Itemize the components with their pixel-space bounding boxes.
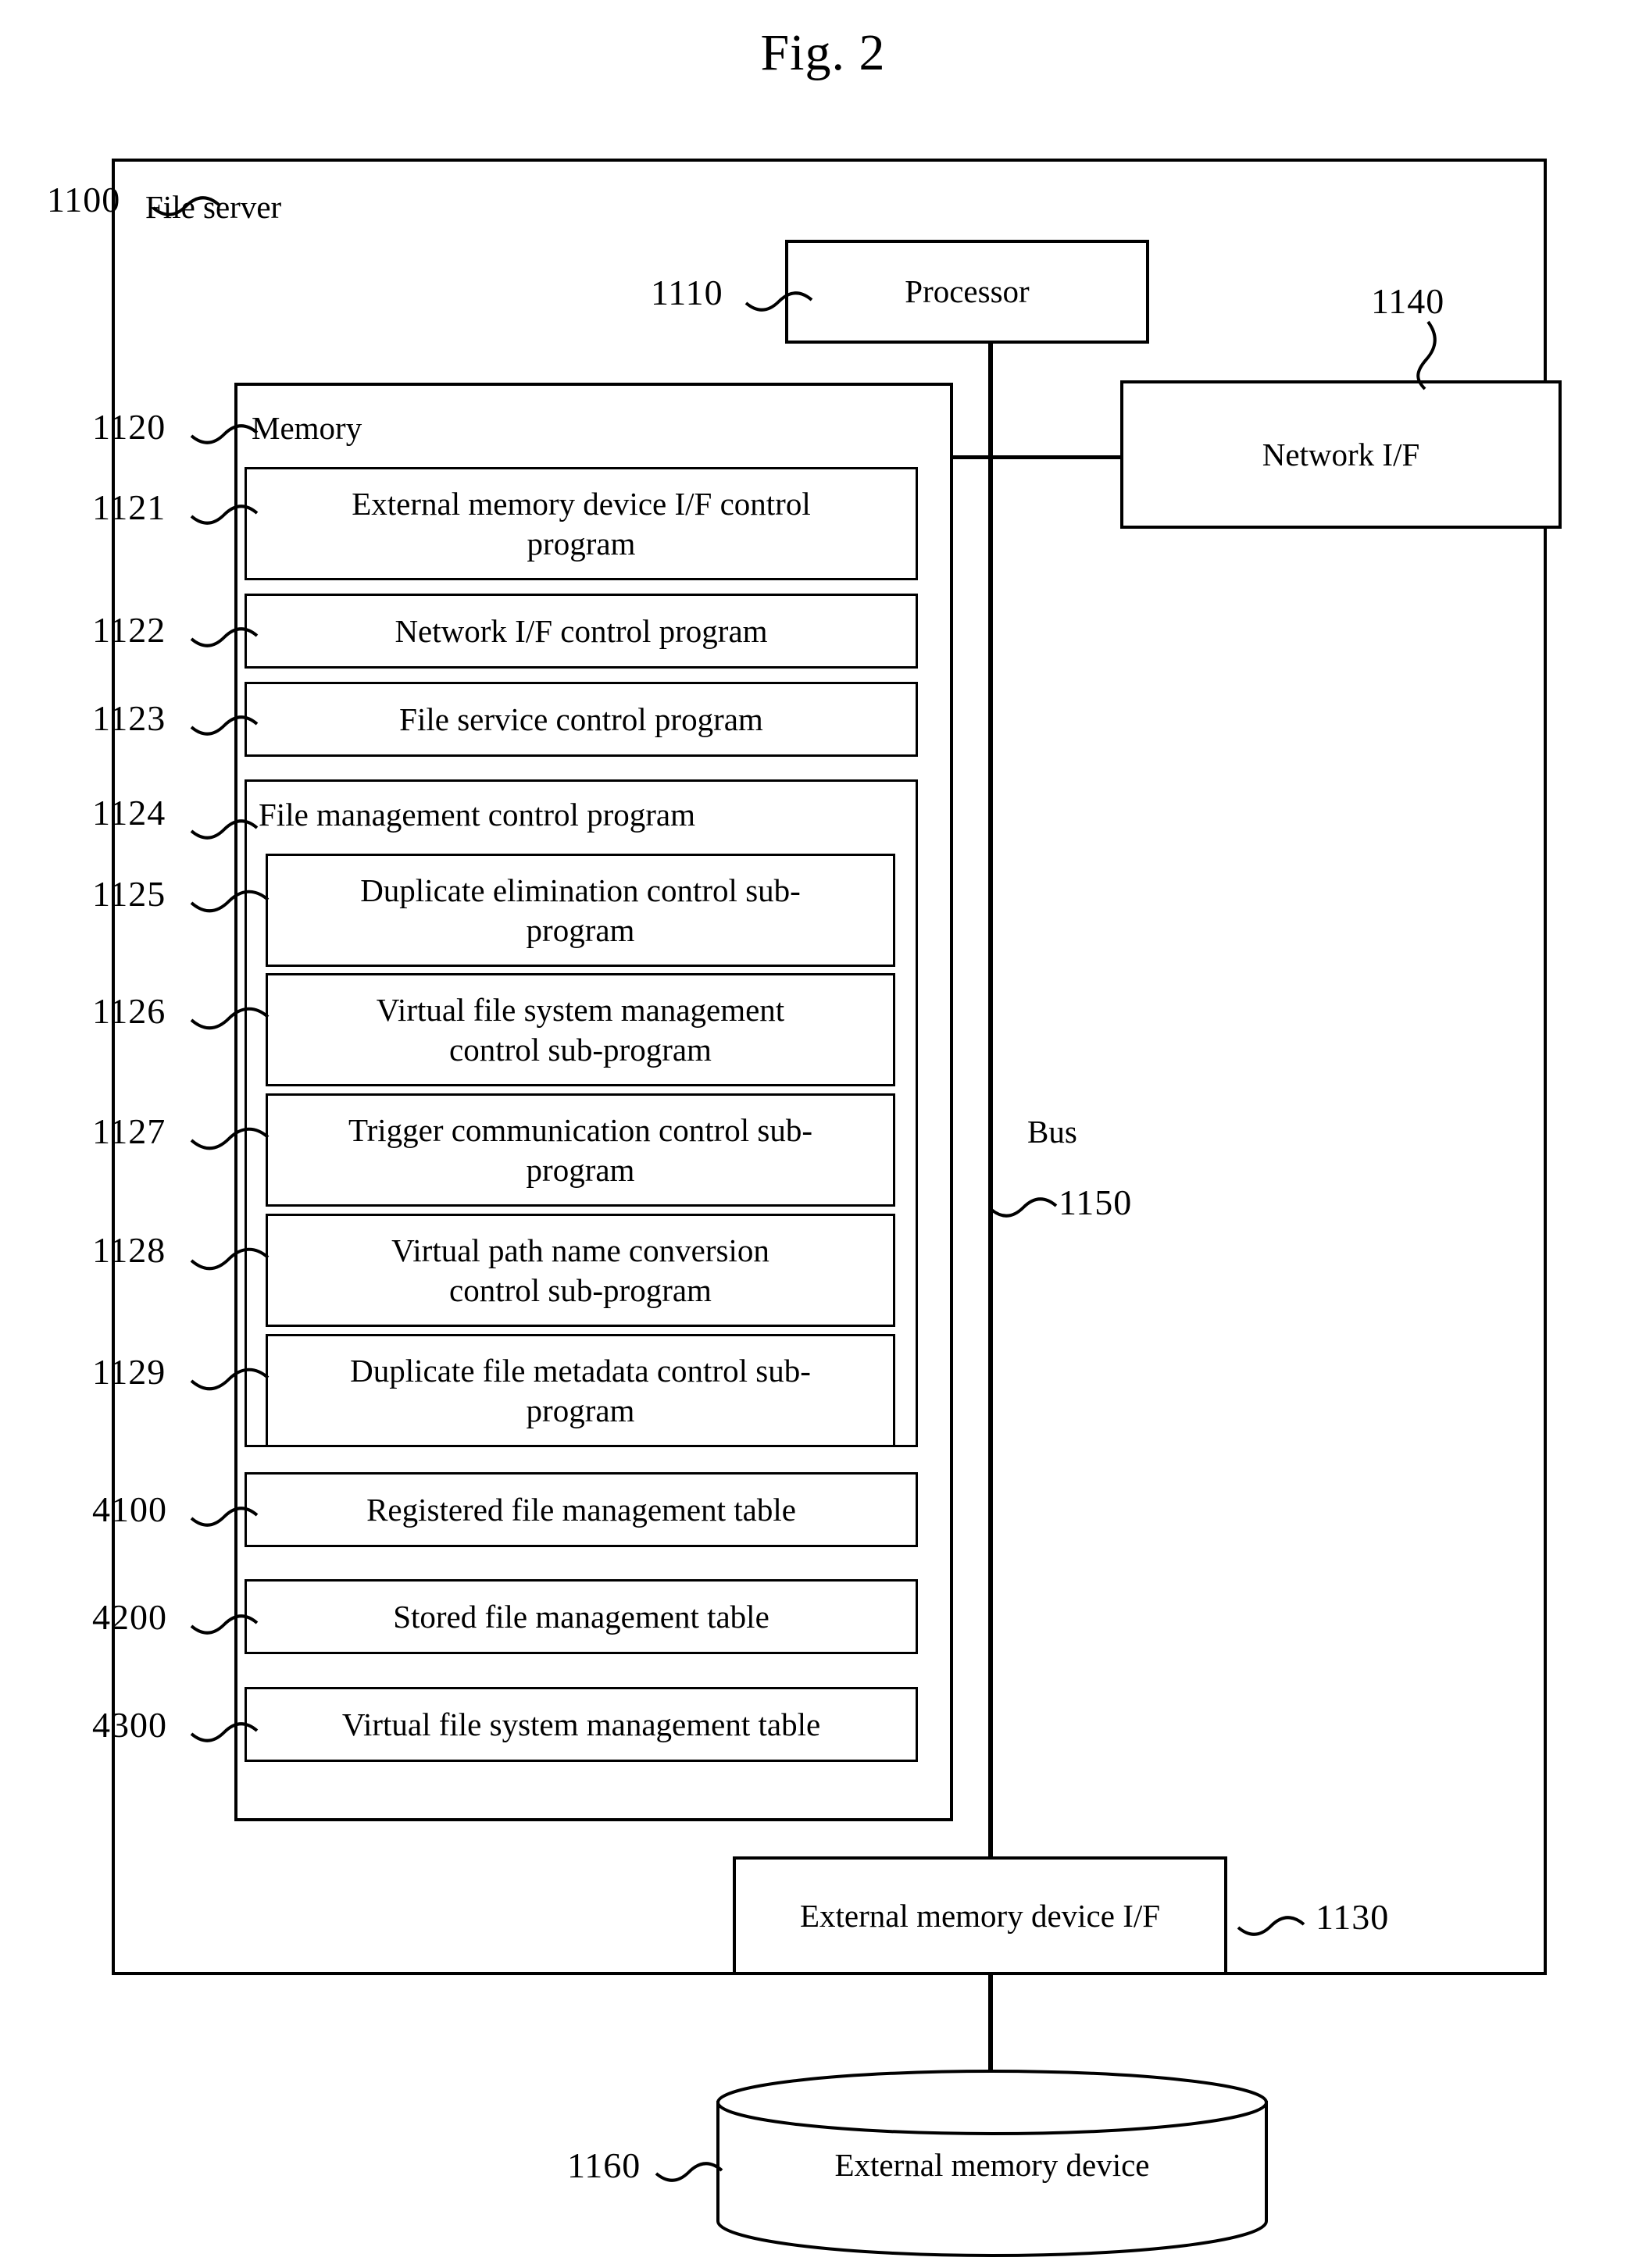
ref-1130: 1130 (1316, 1897, 1390, 1937)
bus-vertical-line (988, 344, 993, 1856)
figure-canvas: Fig. 2 File server 1100 Processor 1110 N… (0, 0, 1646, 2268)
program-label-1121: External memory device I/F control progr… (352, 485, 811, 562)
program-label-1124: File management control program (259, 797, 696, 833)
external-memory-device-cylinder: External memory device (715, 2068, 1269, 2257)
leader-1125 (190, 890, 270, 913)
leader-1126 (190, 1007, 270, 1030)
leader-1140 (1416, 320, 1437, 390)
leader-1129 (190, 1368, 270, 1391)
processor-label: Processor (905, 273, 1030, 310)
ref-1127: 1127 (92, 1111, 166, 1151)
program-label-1123: File service control program (399, 701, 763, 737)
leader-1100 (152, 196, 220, 216)
ref-1160: 1160 (567, 2145, 641, 2185)
ref-4100: 4100 (92, 1489, 167, 1529)
leader-1130 (1237, 1916, 1305, 1936)
ref-4300: 4300 (92, 1705, 167, 1745)
ref-4200: 4200 (92, 1597, 167, 1637)
subprogram-label-1127: Trigger communication control sub-progra… (348, 1111, 813, 1188)
ref-1110: 1110 (651, 273, 723, 312)
table-label-4300: Virtual file system management table (341, 1706, 821, 1742)
ref-1124: 1124 (92, 793, 166, 833)
table-label-4200: Stored file management table (393, 1598, 769, 1635)
table-label-4100: Registered file management table (366, 1491, 796, 1528)
ref-1125: 1125 (92, 874, 166, 914)
leader-1150 (989, 1197, 1058, 1218)
ref-1122: 1122 (92, 610, 166, 650)
subprogram-label-1125: Duplicate elimination control sub-progra… (360, 872, 801, 948)
leader-1120 (190, 424, 259, 444)
ref-1126: 1126 (92, 991, 166, 1031)
ref-1123: 1123 (92, 698, 166, 738)
leader-1123 (190, 715, 259, 736)
external-memory-device-label: External memory device (834, 2147, 1150, 2183)
ref-1100: 1100 (47, 180, 121, 219)
subprogram-label-1126: Virtual file system management control s… (376, 991, 785, 1068)
program-label-1122: Network I/F control program (395, 612, 768, 649)
bus-branch-to-network-if (991, 455, 1123, 459)
leader-1127 (190, 1127, 270, 1150)
leader-4100 (190, 1507, 259, 1527)
leader-1124 (190, 819, 259, 840)
ref-1121: 1121 (92, 487, 166, 527)
external-memory-if-label: External memory device I/F (799, 1897, 1161, 1934)
leader-4300 (190, 1722, 259, 1742)
bus-branch-to-memory (952, 455, 993, 459)
ref-1120: 1120 (92, 407, 166, 447)
leader-4200 (190, 1614, 259, 1635)
leader-1122 (190, 627, 259, 647)
ref-1128: 1128 (92, 1230, 166, 1270)
network-if-label: Network I/F (1262, 436, 1420, 472)
leader-1128 (190, 1247, 270, 1271)
ref-1140: 1140 (1371, 281, 1445, 321)
subprogram-label-1129: Duplicate file metadata control sub-prog… (350, 1352, 811, 1428)
leader-1160 (655, 2162, 723, 2182)
ref-1129: 1129 (92, 1352, 166, 1392)
leader-1110 (744, 291, 813, 312)
subprogram-label-1128: Virtual path name conversion control sub… (391, 1232, 769, 1308)
bus-label: Bus (1027, 1114, 1077, 1150)
page-title: Fig. 2 (760, 24, 886, 81)
leader-1121 (190, 505, 259, 525)
storage-link-line (988, 1975, 993, 2073)
